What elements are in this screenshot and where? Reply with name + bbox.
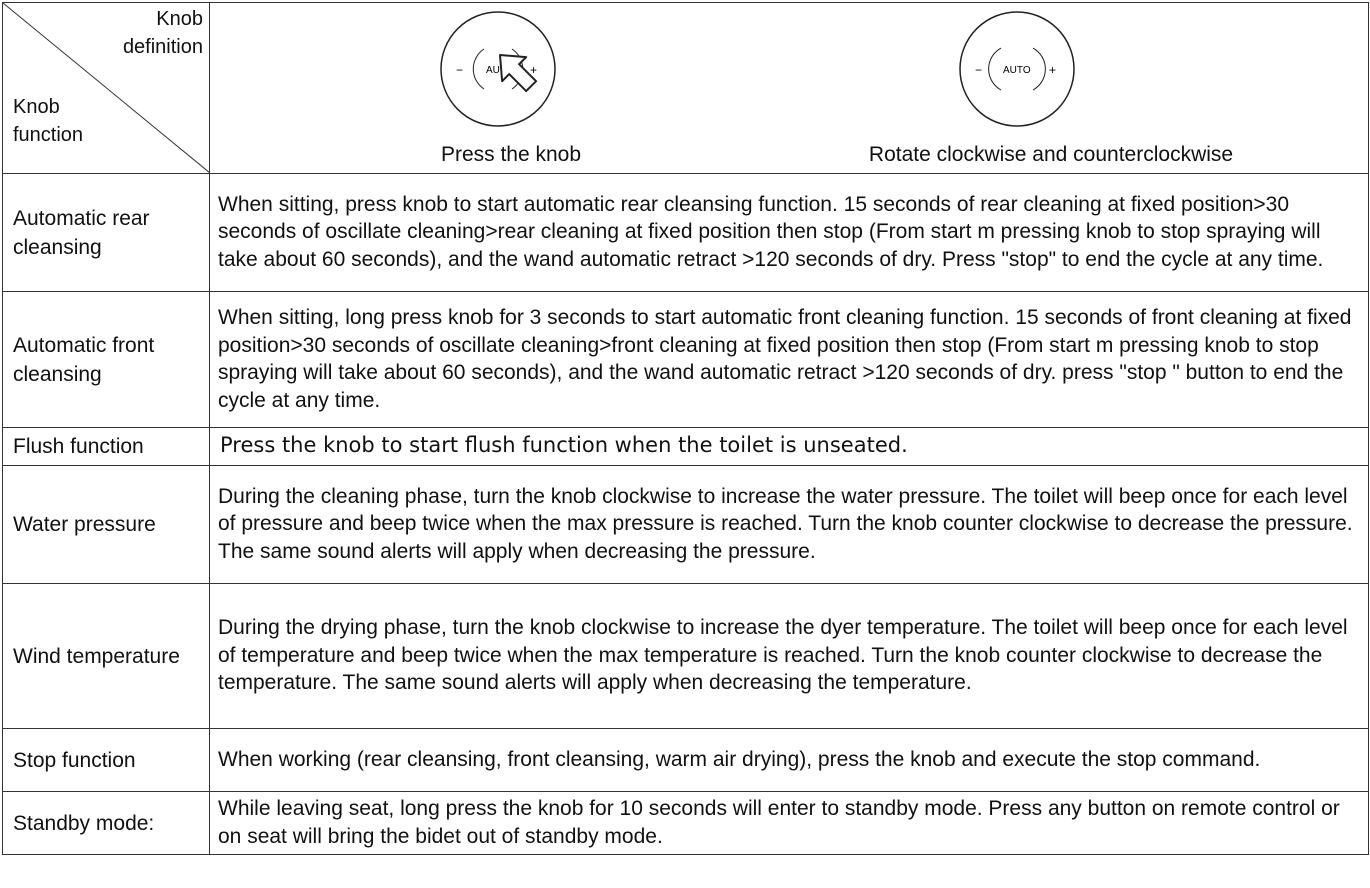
header-row: Knob definition Knob function − AU + − A… [2,2,1369,174]
press-knob-label: AU [486,65,500,76]
function-description: When sitting, long press knob for 3 seco… [209,291,1369,428]
function-name: Wind temperature [2,583,210,729]
knob-function-label: Knob function [13,93,83,149]
rotate-knob-minus: − [975,63,982,77]
function-name: Flush function [2,427,210,466]
table-row: Standby mode: While leaving seat, long p… [2,791,1369,855]
function-description: During the drying phase, turn the knob c… [209,583,1369,729]
corner-top-line-1: Knob [156,8,203,30]
function-description: When sitting, press knob to start automa… [209,173,1369,292]
corner-top-line-2: definition [122,36,203,58]
header-corner-cell: Knob definition Knob function [2,2,210,174]
header-knob-cell: − AU + − AUTO + Press the knob Rotate cl… [209,2,1369,174]
function-description: While leaving seat, long press the knob … [209,791,1369,855]
function-name: Automatic front cleansing [2,291,210,428]
table-row: Stop function When working (rear cleansi… [2,728,1369,792]
table-row: Flush function Press the knob to start f… [2,427,1369,466]
table-row: Water pressure During the cleaning phase… [2,465,1369,584]
rotate-knob-label: AUTO [1003,65,1031,76]
knob-function-page: Knob definition Knob function − AU + − A… [0,0,1370,888]
function-name: Water pressure [2,465,210,584]
rotate-knob-plus: + [1049,63,1056,77]
function-description: During the cleaning phase, turn the knob… [209,465,1369,584]
table-row: Automatic rear cleansing When sitting, p… [2,173,1369,292]
press-knob-caption: Press the knob [440,143,582,166]
function-name: Stop function [2,728,210,792]
rotate-knob-caption: Rotate clockwise and counterclockwise [868,143,1234,166]
function-description: Press the knob to start flush function w… [209,427,1369,466]
corner-bottom-line-2: function [13,124,84,146]
function-name: Standby mode: [2,791,210,855]
press-knob-icon: − AU + [440,11,556,127]
function-name: Automatic rear cleansing [2,173,210,292]
corner-bottom-line-1: Knob [13,96,60,118]
press-knob-minus: − [456,63,463,77]
knob-function-table: Knob definition Knob function − AU + − A… [2,2,1369,855]
table-row: Wind temperature During the drying phase… [2,583,1369,729]
function-description: When working (rear cleansing, front clea… [209,728,1369,792]
knob-definition-label: Knob definition [123,5,203,61]
table-row: Automatic front cleansing When sitting, … [2,291,1369,428]
rotate-knob-icon: − AUTO + [959,11,1075,127]
